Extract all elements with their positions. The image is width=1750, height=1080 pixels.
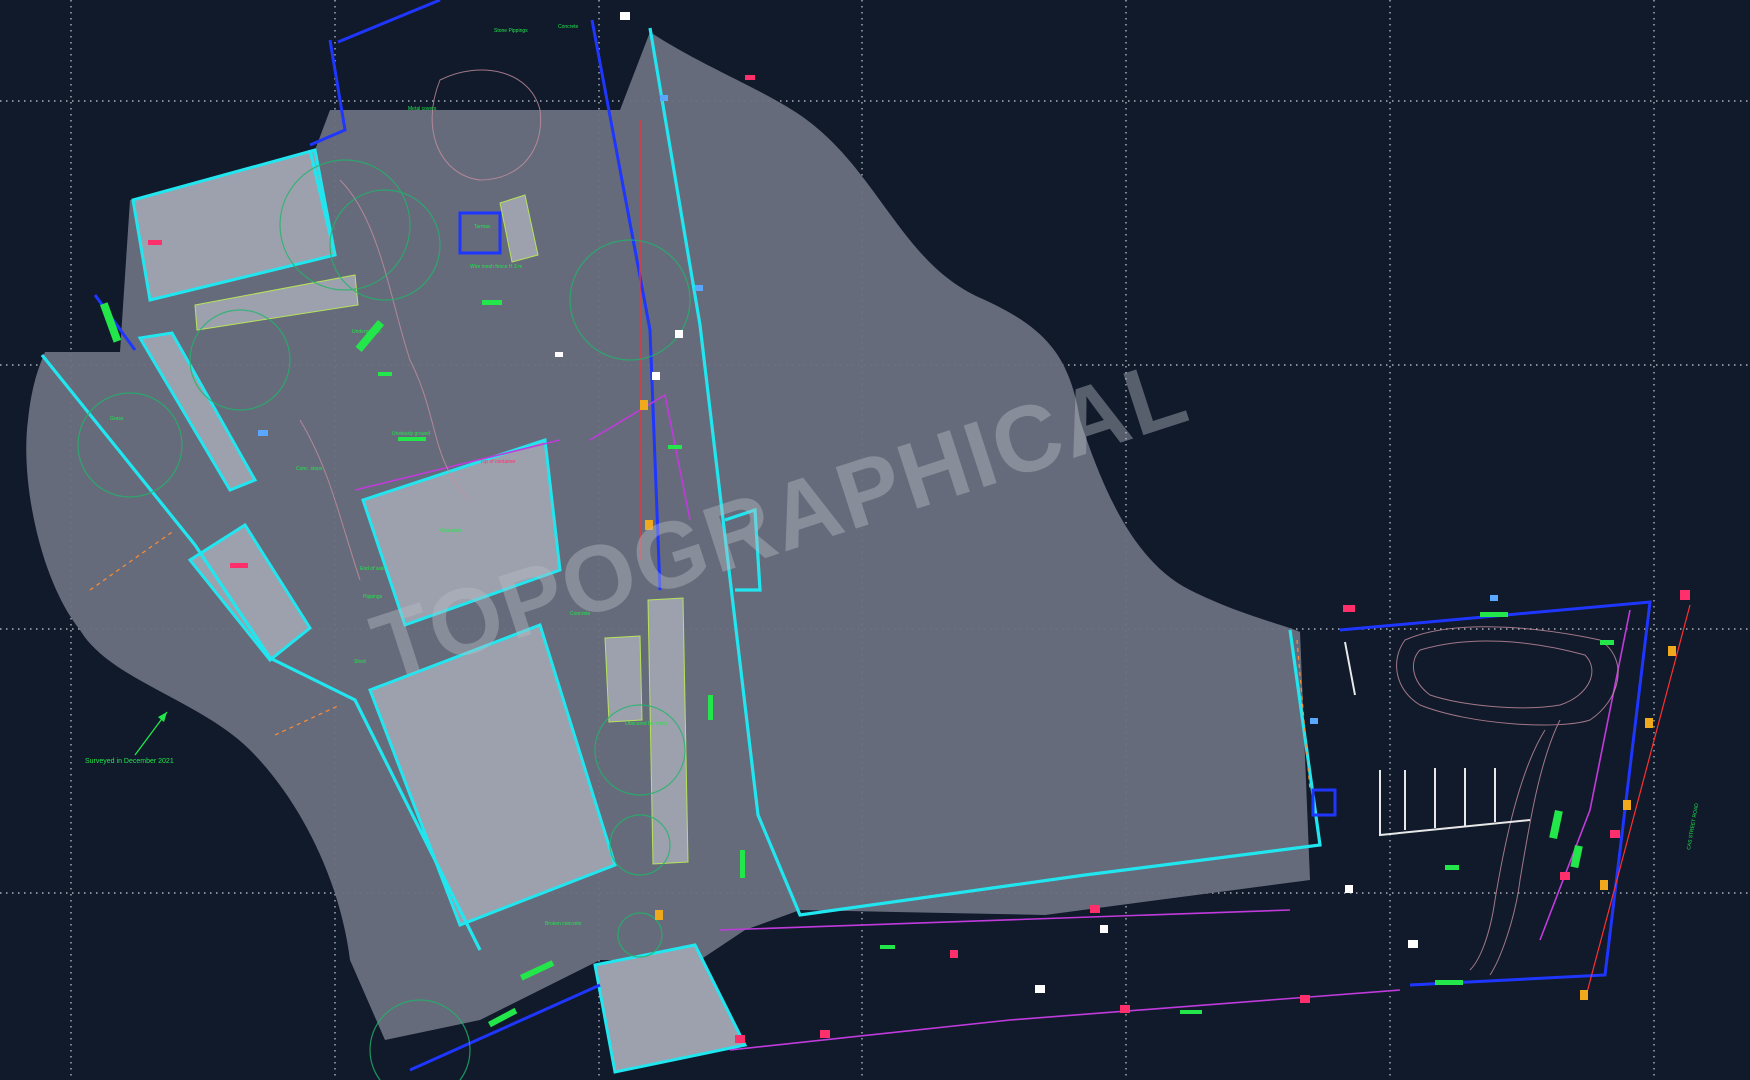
label-end-of-wall: End of wall — [360, 566, 384, 572]
label-wire-fence: Wire mesh fence H 3 m — [470, 264, 522, 270]
label-unsteady-ground: Unsteady ground — [392, 431, 430, 437]
label-conc-steps: Conc. steps — [296, 466, 323, 472]
topographic-survey-map: Surveyed in December 2021 Concrete Stone… — [0, 0, 1750, 1080]
label-top-of-container: Top of container — [480, 459, 516, 465]
label-broken-concrete: Broken concrete — [545, 921, 582, 927]
label-stone-pippings: Stone Pippings — [494, 28, 528, 34]
label-grass: Grass — [110, 416, 124, 422]
label-tarmac: Tarmac — [474, 224, 491, 230]
label-concrete-1: Concrete — [558, 24, 579, 30]
survey-date-note: Surveyed in December 2021 — [85, 758, 174, 765]
label-container: Container — [440, 528, 462, 534]
label-metal-covers: Metal covers — [408, 106, 437, 112]
label-shed: Shed — [354, 659, 366, 665]
label-obscured: Obscured by shrub — [625, 721, 667, 727]
label-undergrowth: Undergrowth — [352, 329, 381, 335]
